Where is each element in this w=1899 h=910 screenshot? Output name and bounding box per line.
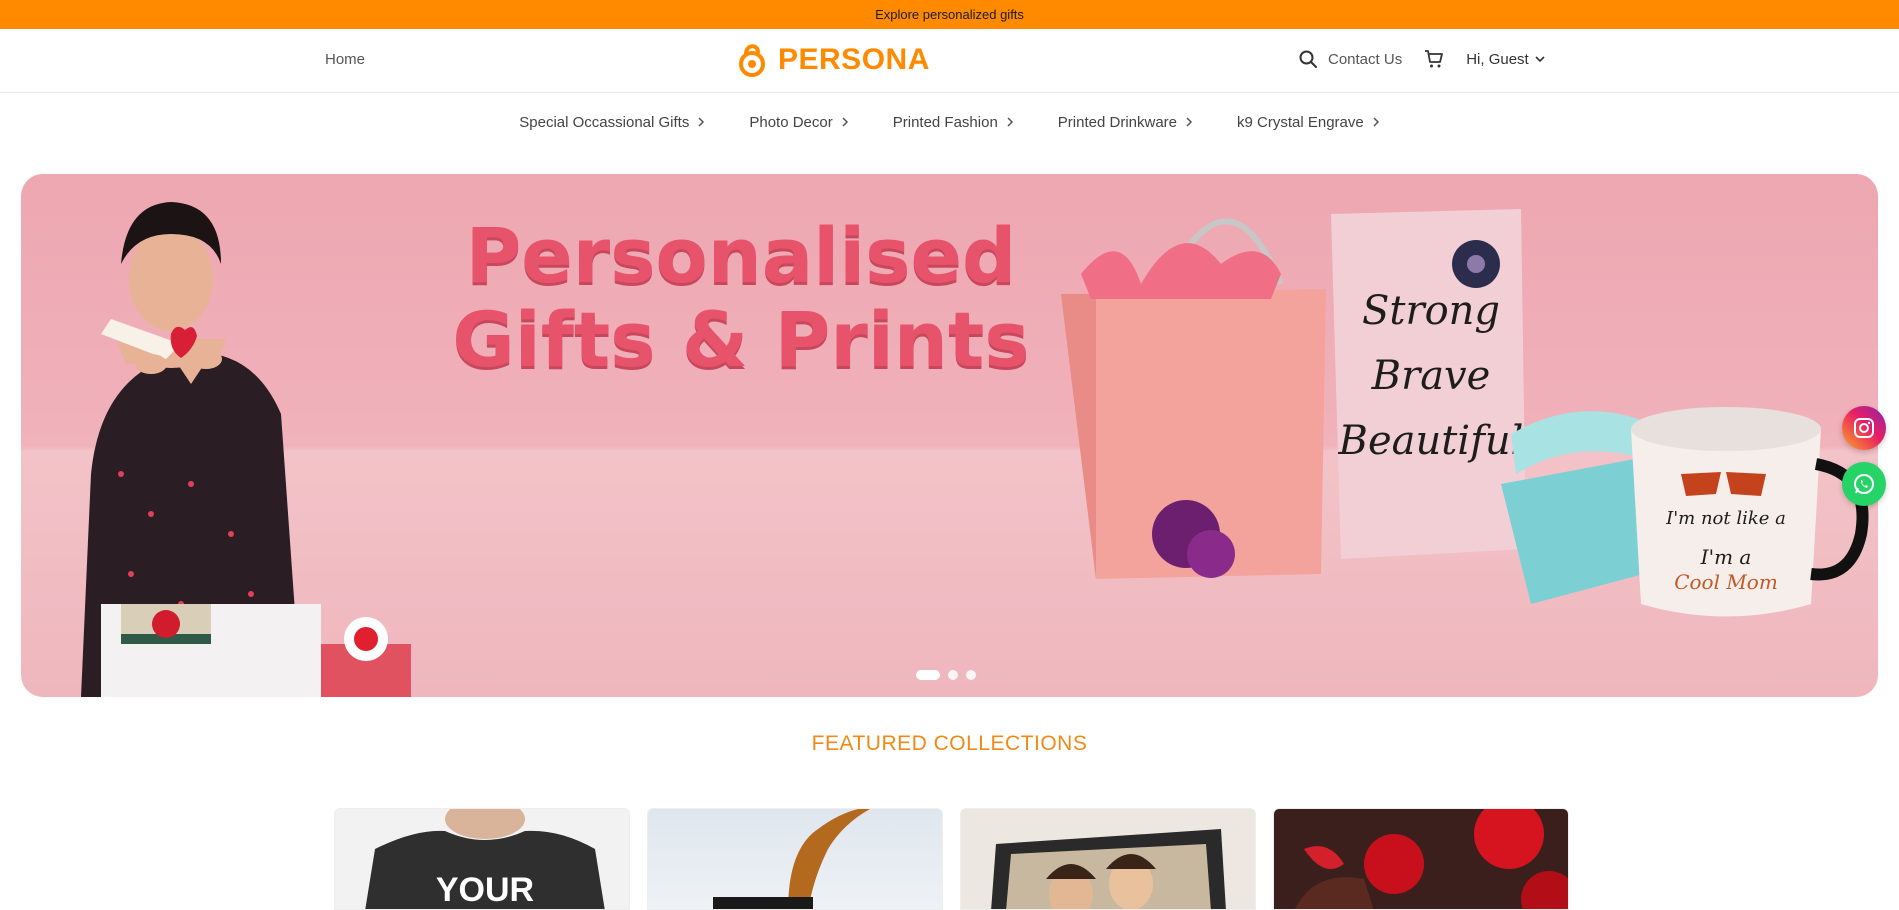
persona-logo-icon [739, 44, 765, 77]
home-link[interactable]: Home [325, 51, 365, 68]
gift-box-image [101, 604, 411, 697]
category-special-occasional-gifts[interactable]: Special Occassional Gifts [519, 114, 705, 131]
mug-pour-image [713, 809, 870, 909]
carousel-dot-3[interactable] [966, 670, 976, 680]
collection-card-photo-decor[interactable] [960, 808, 1256, 910]
chevron-down-icon [1535, 56, 1545, 63]
category-photo-decor[interactable]: Photo Decor [749, 114, 848, 131]
search-icon[interactable] [1298, 49, 1318, 69]
photo-slate-image [991, 829, 1226, 909]
whatsapp-button[interactable] [1842, 462, 1886, 506]
category-printed-drinkware[interactable]: Printed Drinkware [1058, 114, 1193, 131]
svg-text:Cool Mom: Cool Mom [1674, 570, 1778, 594]
featured-collections-title: FEATURED COLLECTIONS [811, 732, 1088, 755]
category-label: Special Occassional Gifts [519, 113, 690, 131]
roses-image [1295, 809, 1568, 909]
carousel-dot-1[interactable] [916, 670, 940, 680]
chevron-right-icon [698, 117, 705, 127]
header-actions: Contact Us Hi, Guest [1298, 49, 1545, 69]
collection-cards: YOUR [334, 808, 1569, 910]
hero-headline-line-2: Gifts & Prints [452, 295, 1030, 384]
category-printed-fashion[interactable]: Printed Fashion [893, 114, 1014, 131]
carousel-dots [916, 670, 976, 680]
collection-card-fashion[interactable]: YOUR [334, 808, 630, 910]
svg-text:Strong: Strong [1362, 288, 1500, 334]
tshirt-text: YOUR [436, 871, 534, 909]
chevron-right-icon [1373, 117, 1379, 127]
carousel-dot-2[interactable] [948, 670, 958, 680]
cart-icon[interactable] [1424, 49, 1444, 69]
greeting-card-image: Strong Brave Beautiful [1331, 209, 1526, 559]
category-nav: Special Occassional Gifts Photo Decor Pr… [0, 93, 1899, 151]
mug-image: I'm not like a I'm a Cool Mom [1631, 407, 1869, 617]
svg-text:Beautiful: Beautiful [1338, 418, 1524, 464]
site-header: Home PERSONA Contact Us Hi, Guest [0, 29, 1899, 93]
instagram-button[interactable] [1842, 406, 1886, 450]
chevron-right-icon [1007, 117, 1013, 127]
collection-card-drinkware[interactable] [647, 808, 943, 910]
brand-name: PERSONA [778, 43, 930, 76]
tshirt-image: YOUR [365, 809, 605, 909]
whatsapp-icon [1854, 474, 1874, 494]
svg-text:I'm a: I'm a [1700, 545, 1752, 569]
contact-us-link[interactable]: Contact Us [1328, 51, 1402, 68]
chevron-right-icon [1186, 117, 1193, 127]
chevron-right-icon [842, 117, 848, 127]
collection-card-special-gifts[interactable] [1273, 808, 1569, 910]
hero-banner[interactable]: Strong Brave Beautiful I'm not like a I'… [21, 174, 1878, 697]
account-menu[interactable]: Hi, Guest [1466, 51, 1545, 68]
announcement-text: Explore personalized gifts [875, 7, 1024, 22]
category-label: Photo Decor [749, 113, 833, 131]
announcement-bar: Explore personalized gifts [0, 0, 1899, 29]
svg-text:I'm not like a: I'm not like a [1665, 508, 1786, 529]
hero-headline-line-1: Personalised [465, 211, 1017, 300]
category-label: Printed Fashion [892, 113, 998, 131]
greeting-label: Hi, Guest [1466, 50, 1529, 68]
hero-headline: Personalised Gifts & Prints [441, 214, 1041, 382]
category-label: Printed Drinkware [1057, 113, 1178, 131]
category-k9-crystal-engrave[interactable]: k9 Crystal Engrave [1237, 114, 1380, 131]
brand-logo[interactable]: PERSONA [736, 40, 930, 80]
shopping-bag-image [1061, 218, 1326, 579]
instagram-icon [1854, 418, 1874, 438]
category-label: k9 Crystal Engrave [1237, 113, 1364, 131]
svg-text:Brave: Brave [1371, 353, 1491, 399]
